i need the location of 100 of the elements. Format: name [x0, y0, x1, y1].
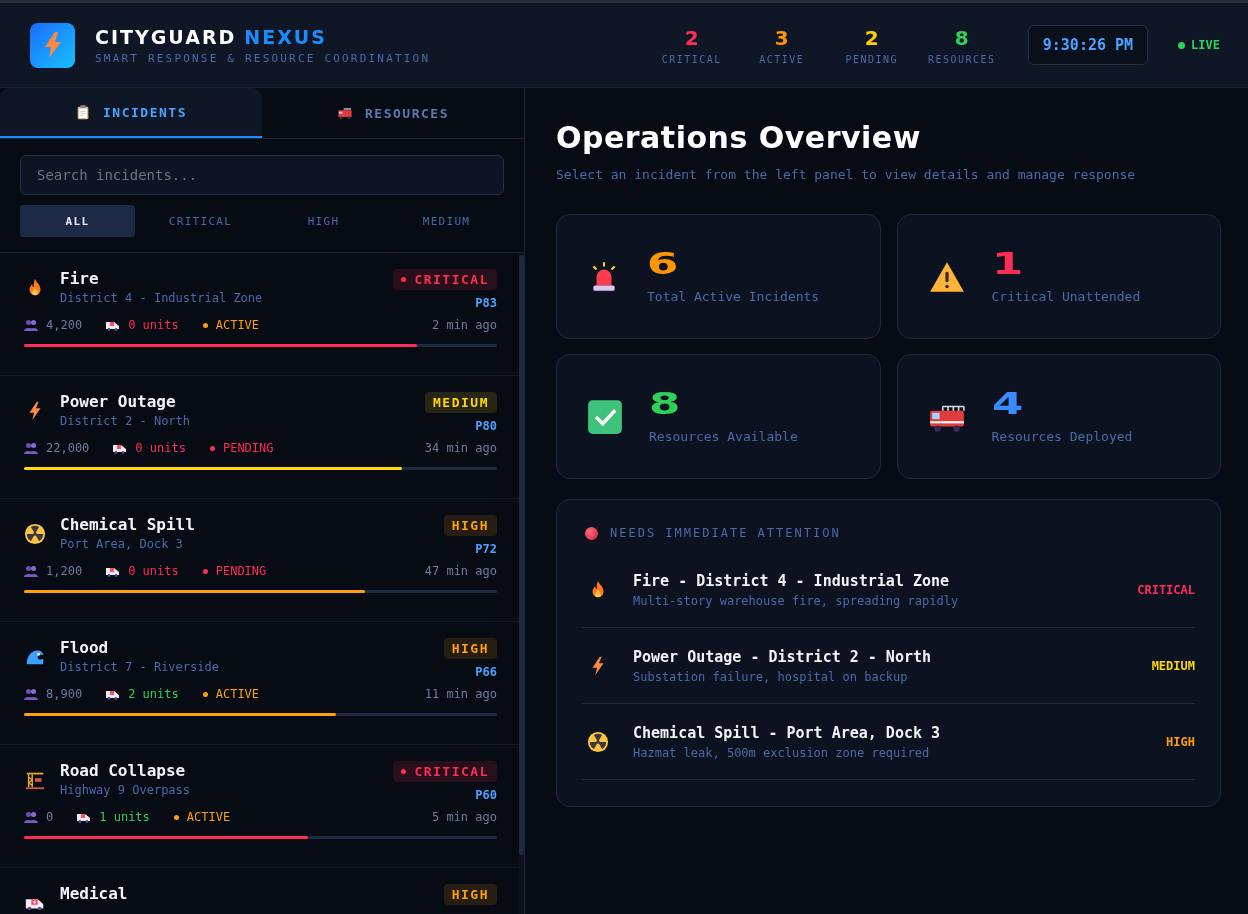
severity-label: CRITICAL — [414, 272, 489, 287]
radiation-icon — [587, 730, 609, 753]
attention-item[interactable]: Fire - District 4 - Industrial Zone Multi-story warehouse fire, spreading rapidly CRITICAL — [582, 552, 1195, 628]
units-count: 0 units — [128, 564, 179, 578]
attention-item-detail: Hazmat leak, 500m exclusion zone required — [633, 745, 931, 760]
ambulance-icon — [106, 688, 121, 700]
ambulance-icon — [113, 442, 128, 454]
severity-label: CRITICAL — [1137, 582, 1195, 597]
people-icon — [24, 688, 38, 700]
units-count: 0 units — [135, 441, 186, 455]
tab[interactable]: RESOURCES — [262, 88, 524, 138]
status-label: ACTIVE — [215, 687, 260, 701]
people-icon — [24, 442, 38, 454]
tab[interactable]: INCIDENTS — [0, 88, 262, 138]
severity-dot-icon — [401, 769, 407, 774]
severity-label: HIGH — [1166, 734, 1195, 749]
stat-value: 3 — [774, 25, 789, 50]
priority-score: P83 — [475, 296, 497, 310]
attention-item-detail: Substation failure, hospital on backup — [633, 669, 909, 684]
stat-label: RESOURCES — [927, 53, 996, 65]
priority-score: P60 — [475, 788, 497, 802]
time-ago: 11 min ago — [424, 687, 497, 701]
incident-item[interactable]: Chemical Spill Port Area, Dock 3 HIGH P72 1,200 0 units PENDING 47 min ago — [0, 499, 519, 622]
stat-card-label: Resources Available — [649, 429, 798, 444]
time-ago: 47 min ago — [424, 564, 497, 578]
severity-label: HIGH — [451, 887, 489, 902]
priority-score: P66 — [475, 665, 497, 679]
live-indicator: LIVE — [1191, 38, 1220, 52]
radiation-icon — [24, 523, 46, 545]
attention-item-detail: Multi-story warehouse fire, spreading rapidly — [633, 593, 960, 608]
people-count: 1,200 — [46, 564, 83, 578]
priority-score: P80 — [475, 419, 497, 433]
attention-item-title: Fire - District 4 - Industrial Zone — [633, 571, 951, 590]
clipboard-icon — [75, 104, 91, 120]
incident-location: District 2 - North — [60, 414, 192, 428]
attention-item-title: Power Outage - District 2 - North — [633, 647, 932, 666]
alert-dot-icon — [585, 526, 598, 540]
incident-title: Medical — [60, 884, 129, 903]
app-subtitle: SMART RESPONSE & RESOURCE COORDINATION — [95, 51, 431, 65]
filter-button[interactable]: ALL — [20, 205, 135, 237]
checkmark-icon — [587, 398, 623, 435]
incident-location: Port Area, Dock 3 — [60, 537, 184, 551]
page-subtitle: Select an incident from the left panel to view details and manage response — [556, 167, 1137, 182]
incident-location: District 4 - Industrial Zone — [60, 291, 264, 305]
stat-label: PENDING — [845, 53, 899, 65]
severity-label: MEDIUM — [433, 395, 489, 410]
people-count: 22,000 — [46, 441, 90, 455]
incident-item[interactable]: Flood District 7 - Riverside HIGH P66 8,900 2 units ACTIVE 11 min ago — [0, 622, 519, 745]
status-label: ACTIVE — [186, 810, 231, 824]
stat-card-label: Critical Unattended — [991, 289, 1141, 304]
incident-item[interactable]: Road Collapse Highway 9 Overpass CRITICAL P60 0 1 units ACTIVE 5 min ago — [0, 745, 519, 868]
page-title: Operations Overview — [556, 120, 922, 155]
stat-label: CRITICAL — [661, 53, 722, 65]
people-icon — [24, 319, 38, 331]
status-label: PENDING — [215, 564, 267, 578]
attention-item[interactable]: Power Outage - District 2 - North Substation failure, hospital on backup MEDIUM — [582, 628, 1195, 704]
units-count: 1 units — [99, 810, 150, 824]
app-title-accent: NEXUS — [244, 25, 327, 48]
app-logo — [30, 22, 75, 68]
severity-dot-icon — [401, 277, 407, 282]
attention-item[interactable]: Chemical Spill - Port Area, Dock 3 Hazmat leak, 500m exclusion zone required HIGH — [582, 704, 1195, 780]
incident-item[interactable]: Medical HIGH — [0, 868, 519, 914]
filter-button[interactable]: HIGH — [266, 205, 381, 237]
stat-card-label: Resources Deployed — [991, 429, 1133, 444]
incident-location: District 7 - Riverside — [60, 660, 220, 674]
scrollbar-thumb[interactable] — [519, 255, 524, 855]
search-field[interactable]: Search incidents... — [20, 155, 504, 195]
ambulance-icon — [106, 319, 121, 331]
units-count: 0 units — [128, 318, 179, 332]
fire-truck-icon — [337, 105, 353, 121]
people-count: 4,200 — [46, 318, 83, 332]
stat-card-value: 6 — [647, 249, 680, 279]
units-count: 2 units — [128, 687, 179, 701]
ambulance-icon — [77, 811, 92, 823]
severity-label: HIGH — [451, 641, 489, 656]
stat-value: 2 — [864, 25, 879, 50]
time-ago: 34 min ago — [424, 441, 497, 455]
stat-card-value: 1 — [991, 249, 1024, 279]
filter-button[interactable]: CRITICAL — [143, 205, 258, 237]
incident-item[interactable]: Fire District 4 - Industrial Zone CRITICAL P83 4,200 0 units ACTIVE 2 min ago — [0, 253, 519, 376]
incident-title: Chemical Spill — [60, 515, 196, 534]
status-label: PENDING — [222, 441, 274, 455]
incident-title: Fire — [60, 269, 100, 288]
stat-card-label: Total Active Incidents — [647, 289, 820, 304]
stat-label: ACTIVE — [759, 53, 805, 65]
incident-item[interactable]: Power Outage District 2 - North MEDIUM P80 22,000 0 units PENDING 34 min ago — [0, 376, 519, 499]
people-count: 0 — [46, 810, 54, 824]
severity-label: CRITICAL — [414, 764, 489, 779]
clock: 9:30:26 PM — [1027, 25, 1149, 65]
people-icon — [24, 565, 38, 577]
severity-label: MEDIUM — [1151, 658, 1195, 673]
app-title: CITYGUARD — [95, 25, 237, 48]
stat-card-value: 8 — [649, 389, 682, 419]
priority-score: P72 — [475, 542, 497, 556]
attention-item-title: Chemical Spill - Port Area, Dock 3 — [633, 723, 942, 742]
incident-title: Road Collapse — [60, 761, 187, 780]
status-label: ACTIVE — [215, 318, 260, 332]
filter-button[interactable]: MEDIUM — [389, 205, 504, 237]
people-icon — [24, 811, 38, 823]
attention-heading: NEEDS IMMEDIATE ATTENTION — [610, 526, 841, 540]
